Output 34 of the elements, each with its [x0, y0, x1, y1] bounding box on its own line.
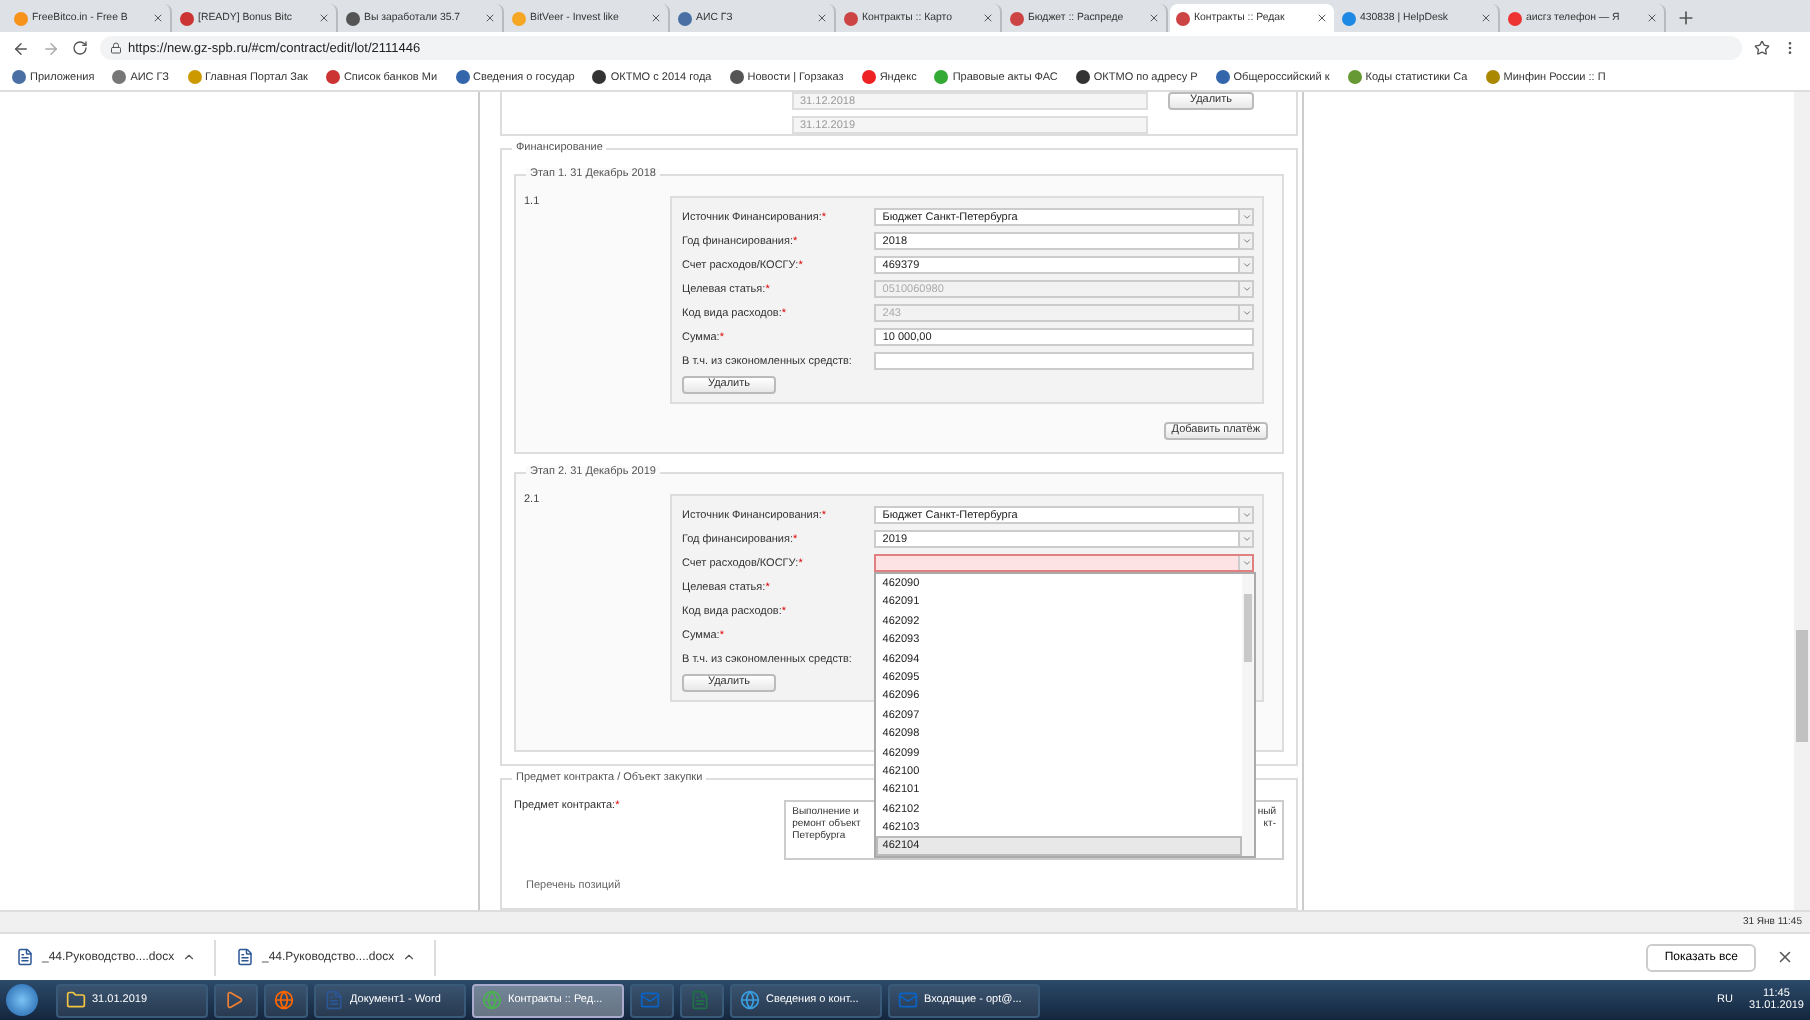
play-icon — [224, 990, 244, 1010]
close-icon[interactable] — [1480, 12, 1492, 24]
close-icon[interactable] — [650, 12, 662, 24]
globe-icon — [482, 990, 502, 1010]
folder-icon — [66, 990, 86, 1010]
close-icon[interactable] — [152, 12, 164, 24]
dropdown-scrollbar[interactable] — [1242, 574, 1255, 856]
chevron-icon[interactable] — [182, 950, 197, 964]
bookmark-star-icon[interactable] — [1754, 40, 1770, 56]
close-icon[interactable] — [484, 12, 496, 24]
document-icon — [16, 948, 34, 966]
close-icon[interactable] — [982, 12, 994, 24]
taskbar-item[interactable] — [214, 983, 258, 1017]
close-icon[interactable] — [1148, 12, 1160, 24]
taskbar-item[interactable] — [264, 983, 308, 1017]
new-tab-icon[interactable] — [1676, 8, 1696, 28]
close-icon[interactable] — [816, 12, 828, 24]
input-field[interactable] — [874, 352, 1254, 370]
mail-icon — [640, 990, 660, 1010]
start-button[interactable] — [6, 984, 38, 1016]
document-icon — [324, 990, 344, 1010]
close-icon[interactable] — [318, 12, 330, 24]
close-icon[interactable] — [1316, 12, 1328, 24]
document-icon — [690, 990, 710, 1010]
close-icon[interactable] — [1646, 12, 1658, 24]
chevron-icon[interactable] — [402, 950, 417, 964]
reload-icon[interactable] — [72, 40, 88, 56]
document-icon — [236, 948, 254, 966]
close-icon[interactable] — [1776, 948, 1794, 966]
globe-icon — [274, 990, 294, 1010]
back-icon[interactable] — [12, 39, 30, 57]
page-scrollbar[interactable] — [1794, 92, 1810, 910]
mail-icon — [898, 990, 918, 1010]
globe-icon — [740, 990, 760, 1010]
